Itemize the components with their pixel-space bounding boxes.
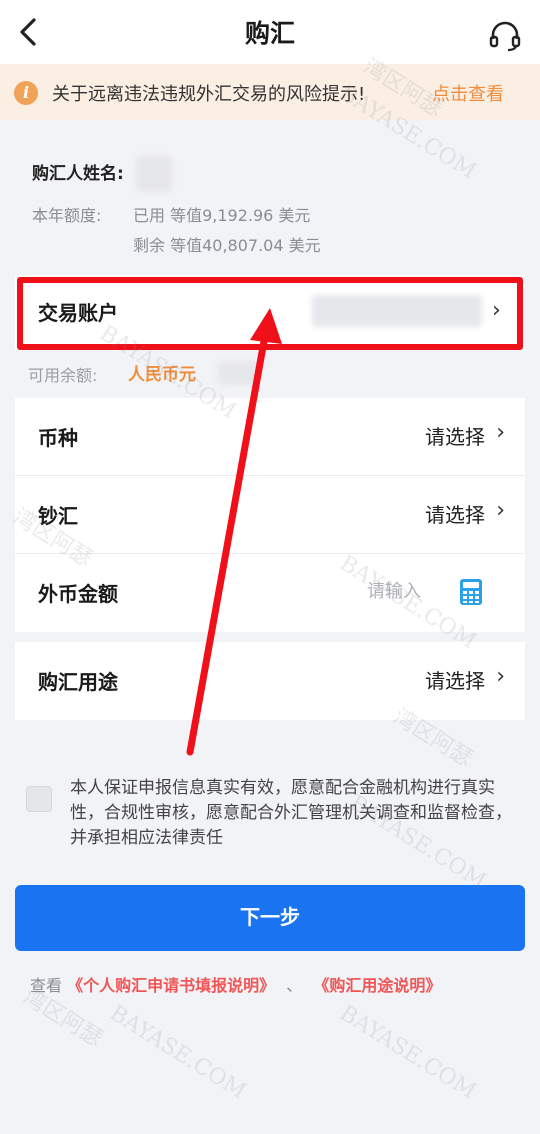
balance-currency: 人民币元 [128,365,196,385]
currency-label: 币种 [38,426,78,450]
cash-remit-select-value: 请选择 [425,503,485,527]
buyer-name-row: 购汇人姓名: [32,156,172,192]
cash-remit-row[interactable]: 钞汇 请选择 › [15,476,525,554]
footer-separator: 、 [286,976,303,995]
watermark: BAYASE.COM [335,1000,481,1105]
buyer-name-label: 购汇人姓名: [32,164,124,184]
chevron-right-icon: › [496,420,505,445]
trading-account-redacted [312,295,482,327]
buyer-name-redacted [135,156,172,192]
agreement-checkbox[interactable] [26,786,52,812]
next-step-button[interactable]: 下一步 [15,885,525,951]
agreement-text: 本人保证申报信息真实有效，愿意配合金融机构进行真实性，合规性审核，愿意配合外汇管… [70,778,512,848]
application-guide-link[interactable]: 《个人购汇申请书填报说明》 [67,976,275,995]
quota-used: 已用 等值9,192.96 美元 [133,206,311,225]
quota-remaining: 剩余 等值40,807.04 美元 [133,236,321,255]
risk-notice-bar: i 关于远离违法违规外汇交易的风险提示! 点击查看 [0,64,540,120]
top-bar: 购汇 [0,0,540,64]
purpose-select-value: 请选择 [425,669,485,693]
currency-row[interactable]: 币种 请选择 › [15,398,525,476]
page-title: 购汇 [244,19,295,48]
currency-select-value: 请选择 [425,425,485,449]
purpose-label: 购汇用途 [38,670,118,694]
watermark: BAYASE.COM [105,1000,251,1105]
chevron-right-icon: › [496,664,505,689]
chevron-right-icon: › [496,498,505,523]
foreign-amount-input[interactable] [301,576,421,606]
footer-prefix: 查看 [30,976,63,995]
foreign-amount-label: 外币金额 [38,582,118,606]
cash-remit-label: 钞汇 [38,504,78,528]
purpose-guide-link[interactable]: 《购汇用途说明》 [313,976,441,995]
headset-icon[interactable] [488,20,522,52]
foreign-amount-row: 外币金额 [15,554,525,632]
purpose-row[interactable]: 购汇用途 请选择 › [15,642,525,720]
balance-value-redacted [218,361,258,385]
purpose-row-inner: 购汇用途 请选择 › [15,642,525,720]
footer-links: 查看 《个人购汇申请书填报说明》 、 《购汇用途说明》 [30,972,441,996]
calculator-icon[interactable] [459,578,483,606]
info-icon: i [14,81,38,105]
available-balance-label: 可用余额: [28,366,98,385]
notice-view-link[interactable]: 点击查看 [432,80,504,106]
notice-text: 关于远离违法违规外汇交易的风险提示! [52,84,366,105]
exchange-form: 币种 请选择 › 钞汇 请选择 › 外币金额 [15,398,525,632]
chevron-right-icon: › [492,298,501,323]
trading-account-label: 交易账户 [38,301,118,325]
annual-quota-label: 本年额度: [32,206,102,225]
